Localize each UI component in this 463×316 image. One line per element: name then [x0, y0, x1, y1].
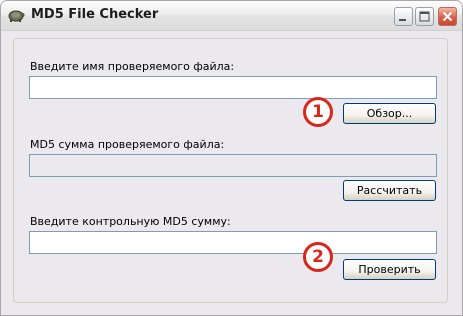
browse-button[interactable]: Обзор...: [343, 103, 436, 124]
app-window: MD5 File Checker Введите имя проверяемог…: [0, 0, 463, 316]
calculate-button[interactable]: Рассчитать: [343, 180, 436, 201]
tortoise-icon: [7, 7, 25, 23]
md5-sum-label: MD5 сумма проверяемого файла:: [30, 138, 225, 151]
md5-sum-field: [29, 154, 437, 177]
file-name-input[interactable]: [29, 76, 437, 99]
close-button[interactable]: [438, 7, 457, 26]
window-title: MD5 File Checker: [31, 7, 159, 22]
minimize-icon: [399, 19, 406, 21]
title-bar[interactable]: MD5 File Checker: [1, 1, 462, 31]
verify-button[interactable]: Проверить: [343, 259, 436, 280]
control-md5-label: Введите контрольную MD5 сумму:: [30, 215, 231, 228]
maximize-button[interactable]: [415, 7, 434, 26]
step-marker-1: 1: [303, 97, 333, 127]
control-md5-input[interactable]: [29, 231, 437, 254]
step-marker-2: 2: [303, 242, 333, 272]
close-icon: [442, 11, 453, 22]
maximize-icon: [419, 11, 430, 22]
minimize-button[interactable]: [394, 7, 413, 26]
client-area: Введите имя проверяемого файла: Обзор...…: [1, 31, 462, 315]
file-name-label: Введите имя проверяемого файла:: [30, 60, 235, 73]
